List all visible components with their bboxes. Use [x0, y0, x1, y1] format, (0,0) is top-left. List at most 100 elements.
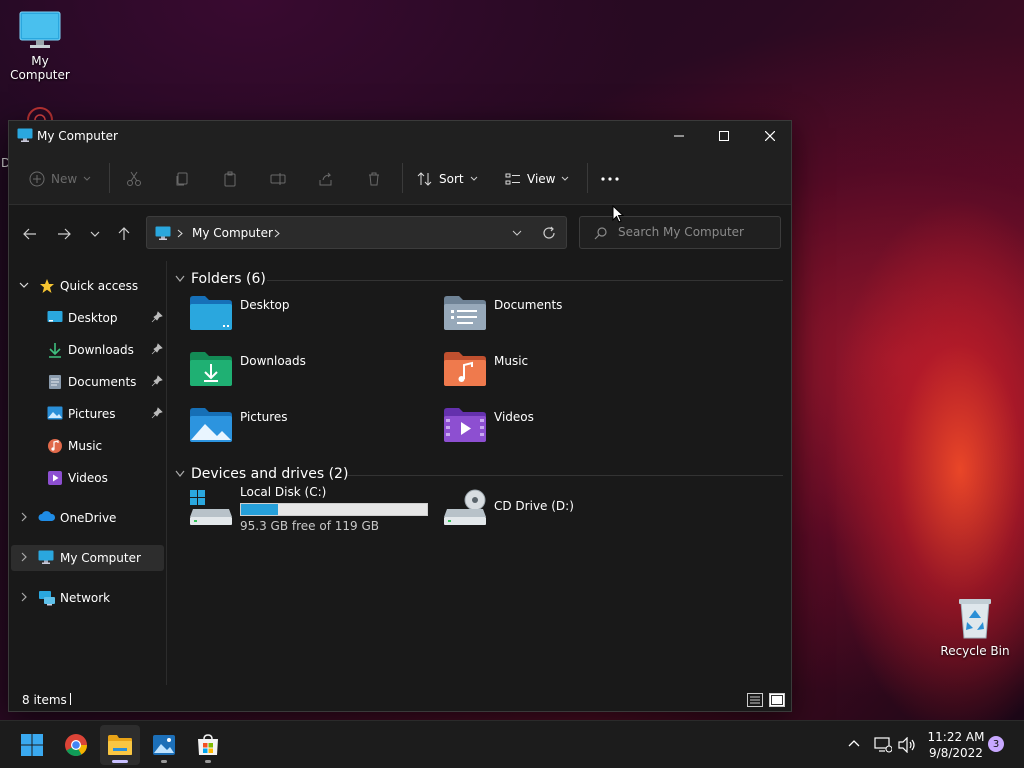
folder-tile-videos[interactable]: Videos [443, 407, 683, 457]
nav-label: Desktop [68, 311, 118, 325]
nav-pictures[interactable]: Pictures [11, 401, 164, 427]
folder-icon [108, 735, 132, 755]
taskbar-store[interactable] [188, 725, 228, 765]
folder-tile-pictures[interactable]: Pictures [189, 407, 429, 457]
monitor-icon [19, 11, 61, 48]
chevron-down-icon[interactable] [19, 279, 29, 291]
nav-network[interactable]: Network [11, 585, 164, 611]
folder-tile-downloads[interactable]: Downloads [189, 351, 429, 401]
taskbar-chrome[interactable] [56, 725, 96, 765]
arrow-right-icon [58, 228, 71, 240]
maximize-button[interactable] [701, 121, 747, 151]
view-button[interactable]: View [505, 167, 569, 191]
pin-icon [151, 343, 163, 355]
nav-onedrive[interactable]: OneDrive [11, 505, 164, 531]
cut-button[interactable] [126, 167, 142, 191]
recent-locations-button[interactable] [85, 224, 105, 244]
rename-button[interactable] [270, 167, 286, 191]
system-clock[interactable]: 11:22 AM 9/8/2022 [922, 729, 990, 761]
running-indicator [112, 760, 128, 763]
minimize-button[interactable] [656, 121, 702, 151]
copy-button[interactable] [174, 167, 190, 191]
view-label: View [527, 172, 556, 186]
taskbar-photos[interactable] [144, 725, 184, 765]
folder-tile-desktop[interactable]: Desktop [189, 295, 429, 345]
nav-label: Pictures [68, 407, 116, 421]
chevron-right-icon[interactable] [19, 591, 29, 603]
notification-badge[interactable]: 3 [988, 736, 1004, 752]
chevron-down-icon[interactable] [512, 230, 522, 236]
clock-date: 9/8/2022 [929, 746, 983, 760]
volume-icon[interactable] [898, 737, 916, 753]
drives-group-header[interactable]: Devices and drives (2) [175, 466, 348, 482]
music-folder-icon [444, 352, 486, 386]
paste-button[interactable] [222, 167, 238, 191]
nav-my-computer[interactable]: My Computer [11, 545, 164, 571]
documents-folder-icon [444, 296, 486, 330]
folder-name: Pictures [240, 410, 288, 424]
window-title: My Computer [37, 129, 118, 143]
windows-logo-icon [21, 734, 43, 756]
nav-label: My Computer [60, 551, 141, 565]
downloads-folder-icon [190, 352, 232, 386]
download-icon [49, 343, 61, 358]
chevron-down-icon [562, 176, 569, 181]
nav-documents[interactable]: Documents [11, 369, 164, 395]
folder-tile-music[interactable]: Music [443, 351, 683, 401]
group-divider [347, 475, 783, 476]
chevron-right-icon[interactable] [19, 551, 29, 563]
photos-icon [153, 735, 175, 755]
network-status-icon[interactable] [874, 737, 892, 753]
drive-usage-fill [241, 504, 278, 515]
address-bar[interactable]: My Computer [146, 216, 567, 249]
monitor-icon [155, 226, 171, 240]
new-button[interactable]: New [29, 167, 91, 191]
more-options-button[interactable] [601, 167, 619, 191]
sort-button[interactable]: Sort [417, 167, 478, 191]
tiles-view-icon[interactable] [769, 693, 785, 707]
refresh-icon[interactable] [542, 226, 556, 240]
sort-icon [417, 172, 432, 186]
delete-button[interactable] [366, 167, 382, 191]
toolbar-divider [109, 163, 110, 193]
back-button[interactable] [20, 224, 40, 244]
folder-tile-documents[interactable]: Documents [443, 295, 683, 345]
folder-name: Downloads [240, 354, 306, 368]
forward-button[interactable] [54, 224, 74, 244]
desktop-icon-recycle-bin[interactable]: Recycle Bin [935, 596, 1015, 658]
minimize-icon [674, 135, 684, 137]
desktop-icon-my-computer[interactable]: My Computer [0, 10, 80, 82]
nav-videos[interactable]: Videos [11, 465, 164, 491]
up-button[interactable] [114, 224, 134, 244]
pin-icon [151, 375, 163, 387]
network-icon [39, 591, 55, 606]
search-box[interactable] [579, 216, 781, 249]
share-button[interactable] [318, 167, 334, 191]
taskbar-file-explorer[interactable] [100, 725, 140, 765]
running-indicator [205, 760, 211, 763]
drive-name: CD Drive (D:) [494, 499, 574, 513]
drive-tile-local-disk-c[interactable]: Local Disk (C:) 95.3 GB free of 119 GB [189, 485, 429, 537]
start-button[interactable] [12, 725, 52, 765]
music-icon [48, 439, 62, 453]
toolbar-divider [587, 163, 588, 193]
nav-quick-access[interactable]: Quick access [11, 273, 164, 299]
title-bar[interactable]: My Computer [9, 121, 791, 151]
chevron-down-icon [83, 176, 91, 181]
status-divider [70, 693, 71, 705]
close-button[interactable] [747, 121, 793, 151]
drive-tile-cd-drive-d[interactable]: CD Drive (D:) [443, 489, 683, 539]
chevron-right-icon[interactable] [19, 511, 29, 523]
chevron-up-icon[interactable] [848, 739, 860, 747]
nav-desktop[interactable]: Desktop [11, 305, 164, 331]
folders-group-header[interactable]: Folders (6) [175, 271, 266, 287]
chevron-right-icon[interactable] [274, 229, 280, 238]
search-input[interactable] [618, 225, 768, 239]
breadcrumb-my-computer[interactable]: My Computer [192, 226, 273, 240]
cd-drive-icon [444, 489, 486, 525]
details-view-icon[interactable] [747, 693, 763, 707]
nav-music[interactable]: Music [11, 433, 164, 459]
chevron-down-icon [470, 176, 477, 181]
nav-label: Downloads [68, 343, 134, 357]
nav-downloads[interactable]: Downloads [11, 337, 164, 363]
